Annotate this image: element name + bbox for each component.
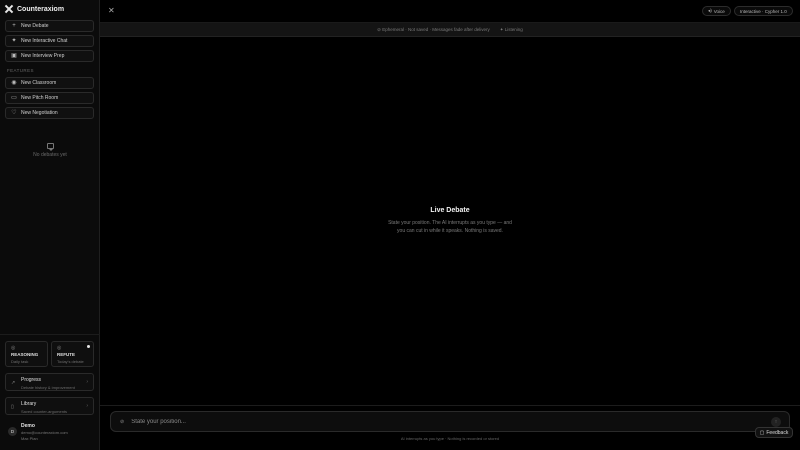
new-debate-label: New Debate: [21, 23, 49, 29]
empty-state: No debates yet: [0, 143, 100, 158]
brain-icon: ◎: [11, 345, 16, 351]
new-classroom-button[interactable]: ◉ New Classroom: [5, 77, 94, 89]
send-button[interactable]: ↑: [771, 417, 781, 427]
mode-label: Interactive · Cypher 1.0: [740, 8, 787, 14]
eye-icon: ◉: [11, 80, 17, 86]
chat-bubble-icon: [46, 143, 54, 151]
new-interview-prep-label: New Interview Prep: [21, 53, 65, 59]
chevron-right-icon: ›: [86, 403, 88, 409]
composer: ⊘ ↑: [110, 411, 790, 432]
new-pitch-room-button[interactable]: ▭ New Pitch Room: [5, 92, 94, 104]
composer-footnote: AI interrupts as you type · Nothing is r…: [400, 436, 500, 441]
speaker-icon: ◂): [708, 8, 712, 13]
empty-state-text: No debates yet: [33, 152, 67, 158]
position-input[interactable]: [131, 418, 732, 425]
target-icon: ◎: [57, 345, 62, 351]
new-interactive-chat-button[interactable]: ✦ New Interactive Chat: [5, 35, 94, 47]
page-title: Live Debate: [430, 207, 470, 214]
voice-button[interactable]: ◂) Voice: [702, 6, 731, 16]
close-icon[interactable]: ✕: [108, 7, 115, 15]
briefcase-icon: ▣: [11, 53, 17, 59]
library-subtitle: Saved counter-arguments: [21, 409, 68, 414]
composer-divider: [100, 405, 800, 406]
plus-icon: +: [12, 23, 16, 29]
library-title: Library: [21, 401, 37, 407]
user-plan: Max Plan: [21, 436, 38, 441]
page-description: State your position. The AI interrupts a…: [100, 219, 800, 235]
description-line-1: State your position. The AI interrupts a…: [388, 220, 512, 226]
new-interactive-chat-label: New Interactive Chat: [21, 38, 68, 44]
listening-status: ✦ Listening: [500, 27, 523, 33]
status-bar: ⊘ Ephemeral · Not saved · Messages fade …: [100, 23, 800, 37]
message-icon: ▢: [759, 429, 765, 436]
bookmark-icon: ▯: [11, 404, 14, 410]
ephemeral-status-text: Ephemeral · Not saved · Messages fade af…: [382, 26, 490, 32]
notification-dot: [87, 345, 90, 348]
new-debate-button[interactable]: + New Debate: [5, 20, 94, 32]
user-name: Demo: [21, 423, 35, 429]
top-bar: ✕ ◂) Voice Interactive · Cypher 1.0: [100, 0, 800, 23]
mode-selector[interactable]: Interactive · Cypher 1.0: [734, 6, 793, 16]
library-card[interactable]: ▯ Library Saved counter-arguments ›: [5, 397, 94, 415]
voice-label: Voice: [713, 8, 725, 14]
progress-subtitle: Debate history & improvement: [21, 385, 75, 390]
sidebar: Counteraxiom + New Debate ✦ New Interact…: [0, 0, 100, 450]
new-negotiation-label: New Negotiation: [21, 110, 58, 116]
microphone-icon[interactable]: ⊘: [120, 419, 124, 425]
new-classroom-label: New Classroom: [21, 80, 57, 86]
features-section-label: FEATURES: [7, 68, 34, 73]
arrow-up-icon: ↑: [774, 419, 778, 425]
feedback-button[interactable]: ▢ Feedback: [755, 427, 793, 438]
refute-subtitle: Today's debate: [57, 359, 84, 364]
new-pitch-room-label: New Pitch Room: [21, 95, 59, 101]
heart-icon: ♡: [11, 110, 17, 116]
logo-icon: [5, 5, 13, 13]
ephemeral-status: ⊘ Ephemeral · Not saved · Messages fade …: [377, 27, 490, 33]
refute-card[interactable]: ◎ REFUTE Today's debate: [51, 341, 94, 367]
user-profile[interactable]: D Demo demo@counteraxiom.com Max Plan: [8, 423, 68, 441]
brand-name: Counteraxiom: [17, 5, 65, 13]
refute-title: REFUTE: [57, 352, 75, 357]
chevron-right-icon: ›: [86, 379, 88, 385]
progress-card[interactable]: ↗ Progress Debate history & improvement …: [5, 373, 94, 391]
reasoning-title: REASONING: [11, 352, 39, 357]
presentation-icon: ▭: [11, 95, 17, 101]
sidebar-divider: [0, 334, 100, 335]
empty-conversation: Live Debate State your position. The AI …: [100, 207, 800, 235]
reasoning-subtitle: Daily task: [11, 359, 29, 364]
progress-title: Progress: [21, 377, 42, 383]
new-interview-prep-button[interactable]: ▣ New Interview Prep: [5, 50, 94, 62]
user-email: demo@counteraxiom.com: [21, 430, 68, 435]
description-line-2: you can cut in while it speaks. Nothing …: [397, 228, 503, 234]
feedback-label: Feedback: [766, 429, 789, 436]
chart-icon: ↗: [11, 380, 16, 386]
avatar: D: [8, 427, 17, 436]
reasoning-card[interactable]: ◎ REASONING Daily task: [5, 341, 48, 367]
new-negotiation-button[interactable]: ♡ New Negotiation: [5, 107, 94, 119]
brand[interactable]: Counteraxiom: [5, 4, 64, 14]
listening-text: Listening: [504, 26, 523, 32]
sparkle-icon: ✦: [11, 38, 17, 44]
